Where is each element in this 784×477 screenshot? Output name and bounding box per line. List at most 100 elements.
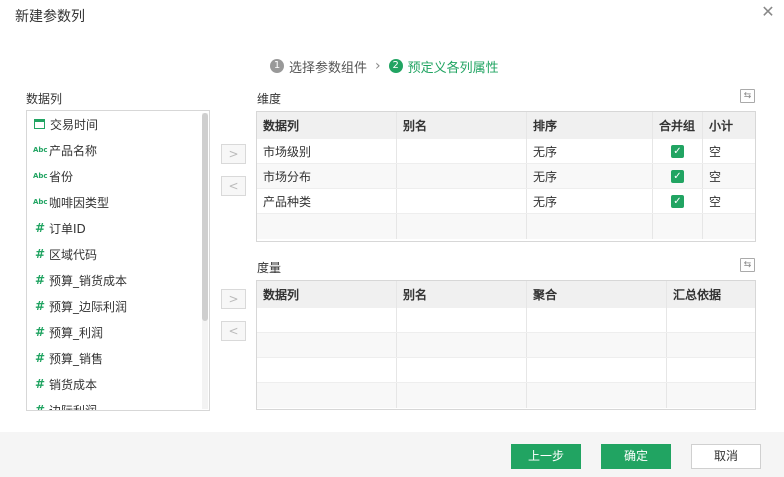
list-item-label: 销货成本 [49, 377, 98, 392]
wizard-steps: 1 选择参数组件 › 2 预定义各列属性 [270, 57, 499, 76]
list-item-label: 区域代码 [49, 247, 98, 262]
list-item[interactable]: # 预算_销货成本 [27, 267, 199, 293]
table-row[interactable]: 产品种类 无序 ✓ 空 [257, 189, 755, 214]
table-row[interactable]: 市场分布 无序 ✓ 空 [257, 164, 755, 189]
swap-icon[interactable]: ⇆ [740, 258, 755, 272]
hash-icon: # [34, 403, 46, 411]
empty-cell [527, 214, 653, 239]
header-datacol: 数据列 [257, 112, 397, 139]
table-row [257, 308, 755, 333]
dimension-label: 维度 [257, 92, 282, 106]
header-subtotal: 小计 [709, 119, 734, 133]
header-merge: 合并组 [653, 112, 703, 139]
merge-checkbox[interactable]: ✓ [671, 169, 684, 183]
cell-merge: ✓ [653, 164, 703, 188]
list-item-label: 预算_销货成本 [49, 273, 128, 288]
dimension-table: 数据列 别名 排序 合并组 小计 市场级别 无序 ✓ 空市场分布 无序 ✓ 空产品种类 无序 ✓… [256, 111, 756, 242]
abc-icon: Abc [33, 198, 48, 206]
list-item[interactable]: # 预算_边际利润 [27, 293, 199, 319]
empty-cell [653, 214, 703, 239]
cell-subtotal[interactable]: 空 [703, 164, 755, 188]
hash-icon: # [34, 221, 46, 235]
cell-datacol: 市场分布 [257, 164, 397, 188]
remove-from-dimension-button[interactable]: < [221, 176, 246, 196]
table-row[interactable]: 市场级别 无序 ✓ 空 [257, 139, 755, 164]
table-row [257, 214, 755, 239]
cell-merge: ✓ [653, 139, 703, 163]
table-row [257, 358, 755, 383]
cell-merge: ✓ [653, 189, 703, 213]
list-item[interactable]: # 预算_利润 [27, 319, 199, 345]
new-param-column-dialog: 新建参数列 ✕ 1 选择参数组件 › 2 预定义各列属性 数据列 交易时间 Abc… [0, 0, 784, 477]
cell-sort[interactable]: 无序 [527, 164, 653, 188]
empty-cell [257, 214, 397, 239]
table-row [257, 383, 755, 408]
header-datacol: 数据列 [257, 281, 397, 308]
header-summary-basis: 汇总依据 [673, 288, 722, 302]
datacols-list: 交易时间 Abc 产品名称 Abc 省份 Abc 咖啡因类型 # 订单ID # 区域代码 # 预算_销货… [27, 111, 199, 411]
step-number-1: 1 [270, 59, 284, 73]
hash-icon: # [34, 325, 46, 339]
cell-sort[interactable]: 无序 [527, 139, 653, 163]
list-item[interactable]: # 订单ID [27, 215, 199, 241]
header-sort: 排序 [527, 112, 653, 139]
confirm-button[interactable]: 确定 [601, 444, 671, 469]
list-item-label: 预算_边际利润 [49, 299, 128, 314]
cell-subtotal[interactable]: 空 [703, 139, 755, 163]
cell-alias[interactable] [397, 164, 527, 188]
list-item-label: 产品名称 [49, 143, 98, 158]
hash-icon: # [34, 247, 46, 261]
hash-icon: # [34, 299, 46, 313]
list-item[interactable]: Abc 咖啡因类型 [27, 189, 199, 215]
table-row [257, 333, 755, 358]
list-item-label: 预算_利润 [49, 325, 104, 340]
merge-checkbox[interactable]: ✓ [671, 144, 684, 158]
list-item[interactable]: Abc 省份 [27, 163, 199, 189]
header-alias: 别名 [397, 281, 527, 308]
chevron-right-icon: › [375, 58, 381, 74]
datacols-label: 数据列 [26, 92, 63, 106]
swap-icon[interactable]: ⇆ [740, 89, 755, 103]
hash-icon: # [34, 273, 46, 287]
list-item-label: 咖啡因类型 [49, 195, 110, 210]
measure-table-header: 数据列 别名 聚合 汇总依据 [257, 281, 755, 308]
list-item[interactable]: Abc 产品名称 [27, 137, 199, 163]
list-item[interactable]: 交易时间 [27, 111, 199, 137]
add-to-measure-button[interactable]: > [221, 289, 246, 309]
prev-step-button[interactable]: 上一步 [511, 444, 581, 469]
calendar-icon [34, 119, 45, 129]
header-alias: 别名 [397, 112, 527, 139]
list-item[interactable]: # 边际利润 [27, 397, 199, 411]
header-aggregate: 聚合 [527, 281, 667, 308]
cell-alias[interactable] [397, 189, 527, 213]
list-item-label: 边际利润 [49, 403, 98, 411]
empty-cell [397, 214, 527, 239]
list-item-label: 预算_销售 [49, 351, 104, 366]
add-to-dimension-button[interactable]: > [221, 144, 246, 164]
list-item[interactable]: # 销货成本 [27, 371, 199, 397]
list-item-label: 省份 [49, 169, 74, 184]
list-item[interactable]: # 预算_销售 [27, 345, 199, 371]
scrollbar-thumb[interactable] [202, 113, 208, 321]
step-label-2: 预定义各列属性 [407, 60, 499, 76]
abc-icon: Abc [33, 146, 48, 154]
measure-label: 度量 [257, 261, 282, 275]
remove-from-measure-button[interactable]: < [221, 321, 246, 341]
cell-sort[interactable]: 无序 [527, 189, 653, 213]
hash-icon: # [34, 351, 46, 365]
dialog-title: 新建参数列 [15, 9, 85, 25]
dimension-table-header: 数据列 别名 排序 合并组 小计 [257, 112, 755, 139]
datacols-scrollbar[interactable] [202, 113, 208, 409]
cell-subtotal[interactable]: 空 [703, 189, 755, 213]
step-select-component: 1 选择参数组件 [270, 57, 367, 76]
merge-checkbox[interactable]: ✓ [671, 194, 684, 208]
list-item-label: 交易时间 [50, 117, 99, 132]
cancel-button[interactable]: 取消 [691, 444, 761, 469]
list-item[interactable]: # 区域代码 [27, 241, 199, 267]
dialog-title-bar: 新建参数列 ✕ [0, 0, 784, 30]
close-icon[interactable]: ✕ [760, 4, 776, 20]
cell-alias[interactable] [397, 139, 527, 163]
measure-table-body [257, 308, 755, 408]
step-number-2: 2 [388, 59, 403, 73]
measure-table: 数据列 别名 聚合 汇总依据 [256, 280, 756, 410]
